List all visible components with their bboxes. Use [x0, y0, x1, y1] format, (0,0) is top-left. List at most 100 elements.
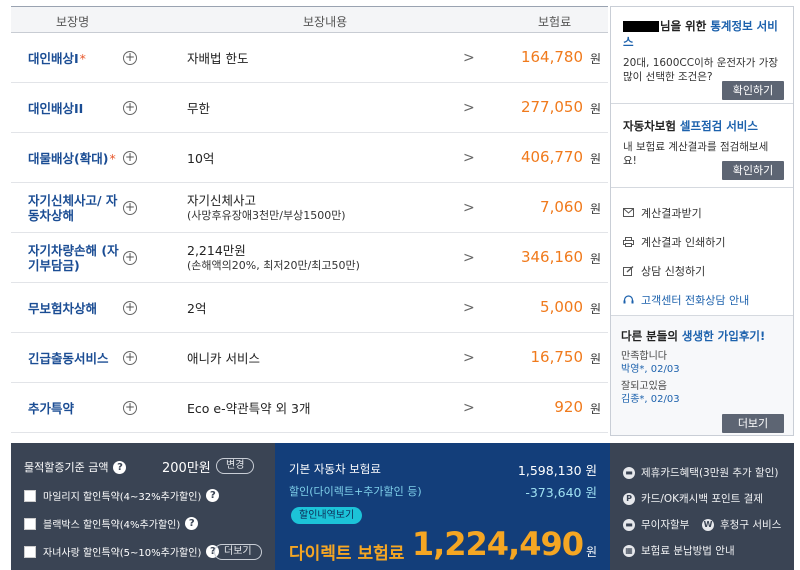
chevron-right-icon[interactable]: > — [463, 400, 475, 416]
chevron-right-icon[interactable]: > — [463, 350, 475, 366]
chevron-right-icon[interactable]: > — [463, 50, 475, 66]
blackbox-discount-option[interactable]: 블랙박스 할인특약(4%추가할인) ? — [24, 516, 199, 531]
coverage-price: 7,060 — [540, 198, 583, 216]
coverage-content: 자배법 한도 — [187, 50, 249, 66]
reviews-more-button[interactable]: 더보기 — [722, 414, 784, 433]
currency-unit: 원 — [590, 152, 602, 166]
printer-icon — [623, 236, 634, 247]
help-icon[interactable]: ? — [113, 460, 127, 474]
currency-unit: 원 — [590, 352, 602, 366]
point-payment-link[interactable]: P 카드/OK캐시백 포인트 결제 — [623, 491, 763, 506]
expand-plus-icon[interactable]: + — [123, 201, 137, 215]
link-consult-request[interactable]: 상담 신청하기 — [611, 256, 793, 285]
header-name: 보장명 — [56, 15, 90, 29]
summary-bar: 물적할증기준 금액 ? 200만원 변경 마일리지 할인특약(4~32%추가할인… — [11, 443, 794, 570]
selfcheck-confirm-button[interactable]: 확인하기 — [722, 161, 784, 180]
chevron-right-icon[interactable]: > — [463, 300, 475, 316]
expand-plus-icon[interactable]: + — [123, 51, 137, 65]
reviews-box: 다른 분들의 생생한 가입후기! 만족합니다 박영*, 02/03 잘되고있음 … — [611, 316, 793, 435]
expand-plus-icon[interactable]: + — [123, 101, 137, 115]
coverage-content: 2억 — [187, 300, 207, 316]
table-row[interactable]: 긴급출동서비스 + 애니카 서비스 >16,750 원 — [11, 333, 608, 383]
chevron-right-icon[interactable]: > — [463, 100, 475, 116]
coverage-name[interactable]: 자기차량손해 (자기부담금) — [28, 233, 128, 283]
header-content: 보장내용 — [303, 15, 348, 29]
help-icon[interactable]: ? — [206, 489, 220, 502]
discount-details-button[interactable]: 할인내역보기 — [291, 507, 363, 524]
masked-username — [623, 21, 659, 32]
required-mark: * — [109, 150, 116, 166]
mail-icon — [623, 208, 634, 218]
options-more-button[interactable]: 더보기 — [214, 544, 262, 560]
action-links: 계산결과받기 계산결과 인쇄하기 상담 신청하기 고객센터 전화상담 안내 — [611, 188, 793, 316]
table-row[interactable]: 대인배상I * + 자배법 한도 >164,780 원 — [11, 33, 608, 83]
sidebar: 님을 위한 통계정보 서비스 20대, 1600CC이하 운전자가 가장 많이 … — [610, 6, 794, 436]
review-item[interactable]: 잘되고있음 김종*, 02/03 — [621, 380, 783, 406]
base-premium-value: 1,598,130 원 — [517, 463, 597, 478]
checkbox[interactable] — [24, 545, 36, 558]
expand-plus-icon[interactable]: + — [123, 401, 137, 415]
direct-premium-label: 다이렉트 보험료 — [289, 544, 405, 564]
coverage-content: 자기신체사고 (사망후유장애3천만/부상1500만) — [187, 193, 346, 222]
coverage-content: 10억 — [187, 150, 215, 166]
change-button[interactable]: 변경 — [216, 458, 255, 474]
help-icon[interactable]: ? — [185, 517, 199, 530]
chevron-right-icon[interactable]: > — [463, 250, 475, 266]
table-row[interactable]: 자기신체사고/ 자동차상해 + 자기신체사고 (사망후유장애3천만/부상1500만) >… — [11, 183, 608, 233]
edit-icon — [623, 265, 634, 276]
coverage-price: 277,050 — [520, 98, 583, 116]
coverage-name[interactable]: 대인배상II — [28, 83, 128, 133]
header-price: 보험료 — [538, 15, 572, 29]
expand-plus-icon[interactable]: + — [123, 351, 137, 365]
expand-plus-icon[interactable]: + — [123, 151, 137, 165]
table-row[interactable]: 추가특약 + Eco e-약관특약 외 3개 >920 원 — [11, 383, 608, 433]
table-header: 보장명 보장내용 보험료 — [11, 7, 608, 33]
property-surcharge-amount: 200만원 — [162, 461, 211, 476]
interest-free-installment-link[interactable]: ▬ 무이자할부 — [623, 517, 689, 532]
table-row[interactable]: 무보험차상해 +2억 >5,000 원 — [11, 283, 608, 333]
coverage-name[interactable]: 무보험차상해 — [28, 283, 128, 333]
coverage-price: 346,160 — [520, 248, 583, 266]
checkbox[interactable] — [24, 517, 36, 530]
coverage-content: Eco e-약관특약 외 3개 — [187, 400, 311, 416]
stats-confirm-button[interactable]: 확인하기 — [722, 81, 784, 100]
installment-guide-link[interactable]: ▦ 보험료 분납방법 안내 — [623, 543, 735, 558]
coverage-name[interactable]: 자기신체사고/ 자동차상해 — [28, 183, 128, 233]
child-discount-option[interactable]: 자녀사랑 할인특약(5~10%추가할인) ? — [24, 544, 220, 559]
review-item[interactable]: 만족합니다 박영*, 02/03 — [621, 350, 783, 376]
currency-unit: 원 — [585, 545, 597, 559]
coverage-name[interactable]: 대물배상(확대) * — [28, 133, 128, 183]
coverage-table: 보장명 보장내용 보험료 대인배상I * + 자배법 한도 >164,780 원 대인배상I… — [11, 6, 608, 433]
expand-plus-icon[interactable]: + — [123, 251, 137, 265]
table-row[interactable]: 자기차량손해 (자기부담금) +2,214만원 (손해액의20%, 최저20만/최고… — [11, 233, 608, 283]
checkbox[interactable] — [24, 489, 36, 502]
table-row[interactable]: 대물배상(확대) * +10억 >406,770 원 — [11, 133, 608, 183]
link-get-results[interactable]: 계산결과받기 — [611, 198, 793, 227]
premium-summary-panel: 기본 자동차 보험료 1,598,130 원 할인(다이렉트+추가할인 등) -… — [275, 443, 610, 570]
won-icon: W — [702, 518, 714, 531]
base-premium-label: 기본 자동차 보험료 — [289, 462, 381, 476]
expand-plus-icon[interactable]: + — [123, 301, 137, 315]
chevron-right-icon[interactable]: > — [463, 150, 475, 166]
coverage-name[interactable]: 추가특약 — [28, 383, 128, 433]
partner-card-benefit-link[interactable]: ▬ 제휴카드혜택(3만원 추가 할인) — [623, 465, 778, 480]
currency-unit: 원 — [590, 302, 602, 316]
coverage-content: 애니카 서비스 — [187, 350, 260, 366]
discount-options-panel: 물적할증기준 금액 ? 200만원 변경 마일리지 할인특약(4~32%추가할인… — [11, 443, 275, 570]
chevron-right-icon[interactable]: > — [463, 200, 475, 216]
coverage-content: 무한 — [187, 100, 211, 116]
currency-unit: 원 — [590, 202, 602, 216]
coverage-name[interactable]: 긴급출동서비스 — [28, 333, 128, 383]
headset-icon — [623, 294, 634, 305]
currency-unit: 원 — [590, 252, 602, 266]
link-print-results[interactable]: 계산결과 인쇄하기 — [611, 227, 793, 256]
coverage-price: 406,770 — [520, 148, 583, 166]
link-call-center[interactable]: 고객센터 전화상담 안내 — [611, 285, 793, 314]
table-row[interactable]: 대인배상II + 무한 >277,050 원 — [11, 83, 608, 133]
post-billing-service-link[interactable]: W 후청구 서비스 — [702, 517, 781, 532]
coverage-name[interactable]: 대인배상I * — [28, 33, 128, 83]
mileage-discount-option[interactable]: 마일리지 할인특약(4~32%추가할인) ? — [24, 488, 220, 503]
payment-options-panel: ▬ 제휴카드혜택(3만원 추가 할인) P 카드/OK캐시백 포인트 결제 ▬ … — [610, 443, 794, 570]
card-icon: ▬ — [623, 518, 635, 531]
property-surcharge-label: 물적할증기준 금액 — [24, 461, 109, 474]
